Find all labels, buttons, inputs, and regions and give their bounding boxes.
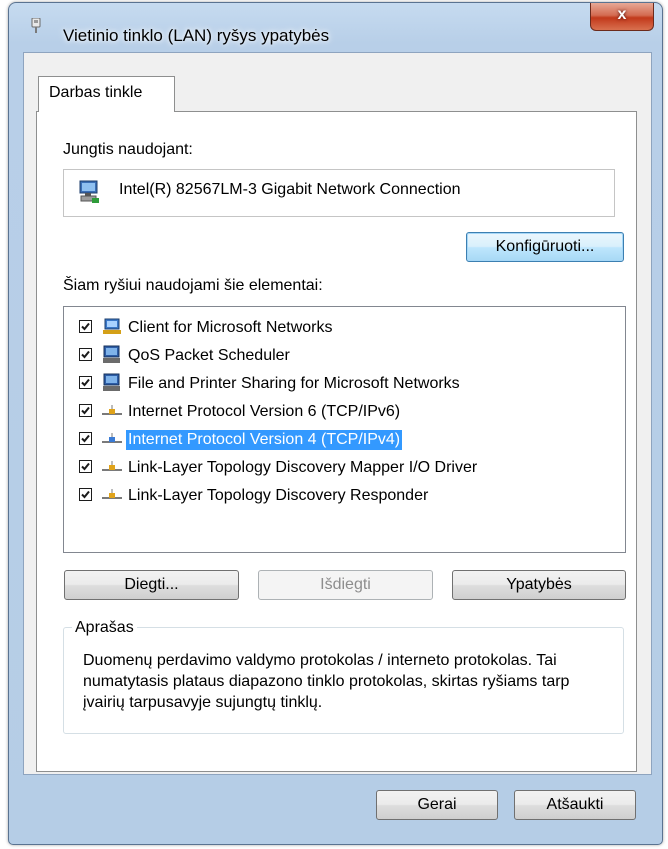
cancel-button[interactable]: Atšaukti xyxy=(514,790,636,820)
list-item[interactable]: Client for Microsoft Networks xyxy=(79,313,609,341)
protocol-icon xyxy=(101,401,123,421)
title-bar[interactable]: Vietinio tinklo (LAN) ryšys ypatybės x xyxy=(9,3,662,45)
protocol-icon xyxy=(101,457,123,477)
checkbox[interactable] xyxy=(79,432,92,445)
description-text: Duomenų perdavimo valdymo protokolas / i… xyxy=(83,652,570,711)
item-label: Link-Layer Topology Discovery Mapper I/O… xyxy=(128,459,478,476)
item-label: Client for Microsoft Networks xyxy=(128,319,333,336)
list-item-selected[interactable]: Internet Protocol Version 4 (TCP/IPv4) xyxy=(79,425,609,453)
checkbox[interactable] xyxy=(79,460,92,473)
network-service-icon xyxy=(101,373,123,393)
list-item[interactable]: Link-Layer Topology Discovery Mapper I/O… xyxy=(79,453,609,481)
cancel-button-label: Atšaukti xyxy=(546,796,604,813)
item-label: File and Printer Sharing for Microsoft N… xyxy=(128,375,460,392)
network-client-icon xyxy=(101,317,123,337)
item-label: Link-Layer Topology Discovery Responder xyxy=(128,487,429,504)
network-adapter-icon xyxy=(79,180,101,204)
network-service-icon xyxy=(101,345,123,365)
item-label: Internet Protocol Version 6 (TCP/IPv6) xyxy=(128,403,401,420)
install-button-label: Diegti... xyxy=(124,576,179,593)
configure-button-label: Konfigūruoti... xyxy=(495,238,595,255)
adapter-box: Intel(R) 82567LM-3 Gigabit Network Conne… xyxy=(63,169,615,217)
list-item[interactable]: Internet Protocol Version 6 (TCP/IPv6) xyxy=(79,397,609,425)
list-item[interactable]: File and Printer Sharing for Microsoft N… xyxy=(79,369,609,397)
components-label: Šiam ryšiui naudojami šie elementai: xyxy=(63,277,323,294)
configure-button[interactable]: Konfigūruoti... xyxy=(466,232,624,262)
ok-button[interactable]: Gerai xyxy=(376,790,498,820)
network-connection-icon xyxy=(31,17,41,34)
adapter-name: Intel(R) 82567LM-3 Gigabit Network Conne… xyxy=(119,181,461,198)
properties-button[interactable]: Ypatybės xyxy=(452,570,626,600)
protocol-icon xyxy=(101,485,123,505)
protocol-icon xyxy=(101,429,123,449)
properties-button-label: Ypatybės xyxy=(506,576,572,593)
checkbox[interactable] xyxy=(79,404,92,417)
uninstall-button-label: Išdiegti xyxy=(320,576,371,593)
description-title: Aprašas xyxy=(72,619,137,637)
close-button[interactable]: x xyxy=(590,3,654,31)
connect-using-label: Jungtis naudojant: xyxy=(63,141,193,158)
install-button[interactable]: Diegti... xyxy=(64,570,239,600)
window-title: Vietinio tinklo (LAN) ryšys ypatybės xyxy=(63,26,330,45)
tab-networking[interactable]: Darbas tinkle xyxy=(38,76,175,112)
tab-label: Darbas tinkle xyxy=(49,84,143,101)
uninstall-button: Išdiegti xyxy=(258,570,433,600)
list-item[interactable]: QoS Packet Scheduler xyxy=(79,341,609,369)
checkbox[interactable] xyxy=(79,320,92,333)
list-item[interactable]: Link-Layer Topology Discovery Responder xyxy=(79,481,609,509)
item-label: QoS Packet Scheduler xyxy=(128,347,290,364)
checkbox[interactable] xyxy=(79,488,92,501)
components-list[interactable]: Client for Microsoft Networks QoS Packet… xyxy=(63,306,626,553)
item-label: Internet Protocol Version 4 (TCP/IPv4) xyxy=(126,430,403,450)
ok-button-label: Gerai xyxy=(417,796,457,813)
close-icon: x xyxy=(617,6,627,23)
checkbox[interactable] xyxy=(79,376,92,389)
checkbox[interactable] xyxy=(79,348,92,361)
